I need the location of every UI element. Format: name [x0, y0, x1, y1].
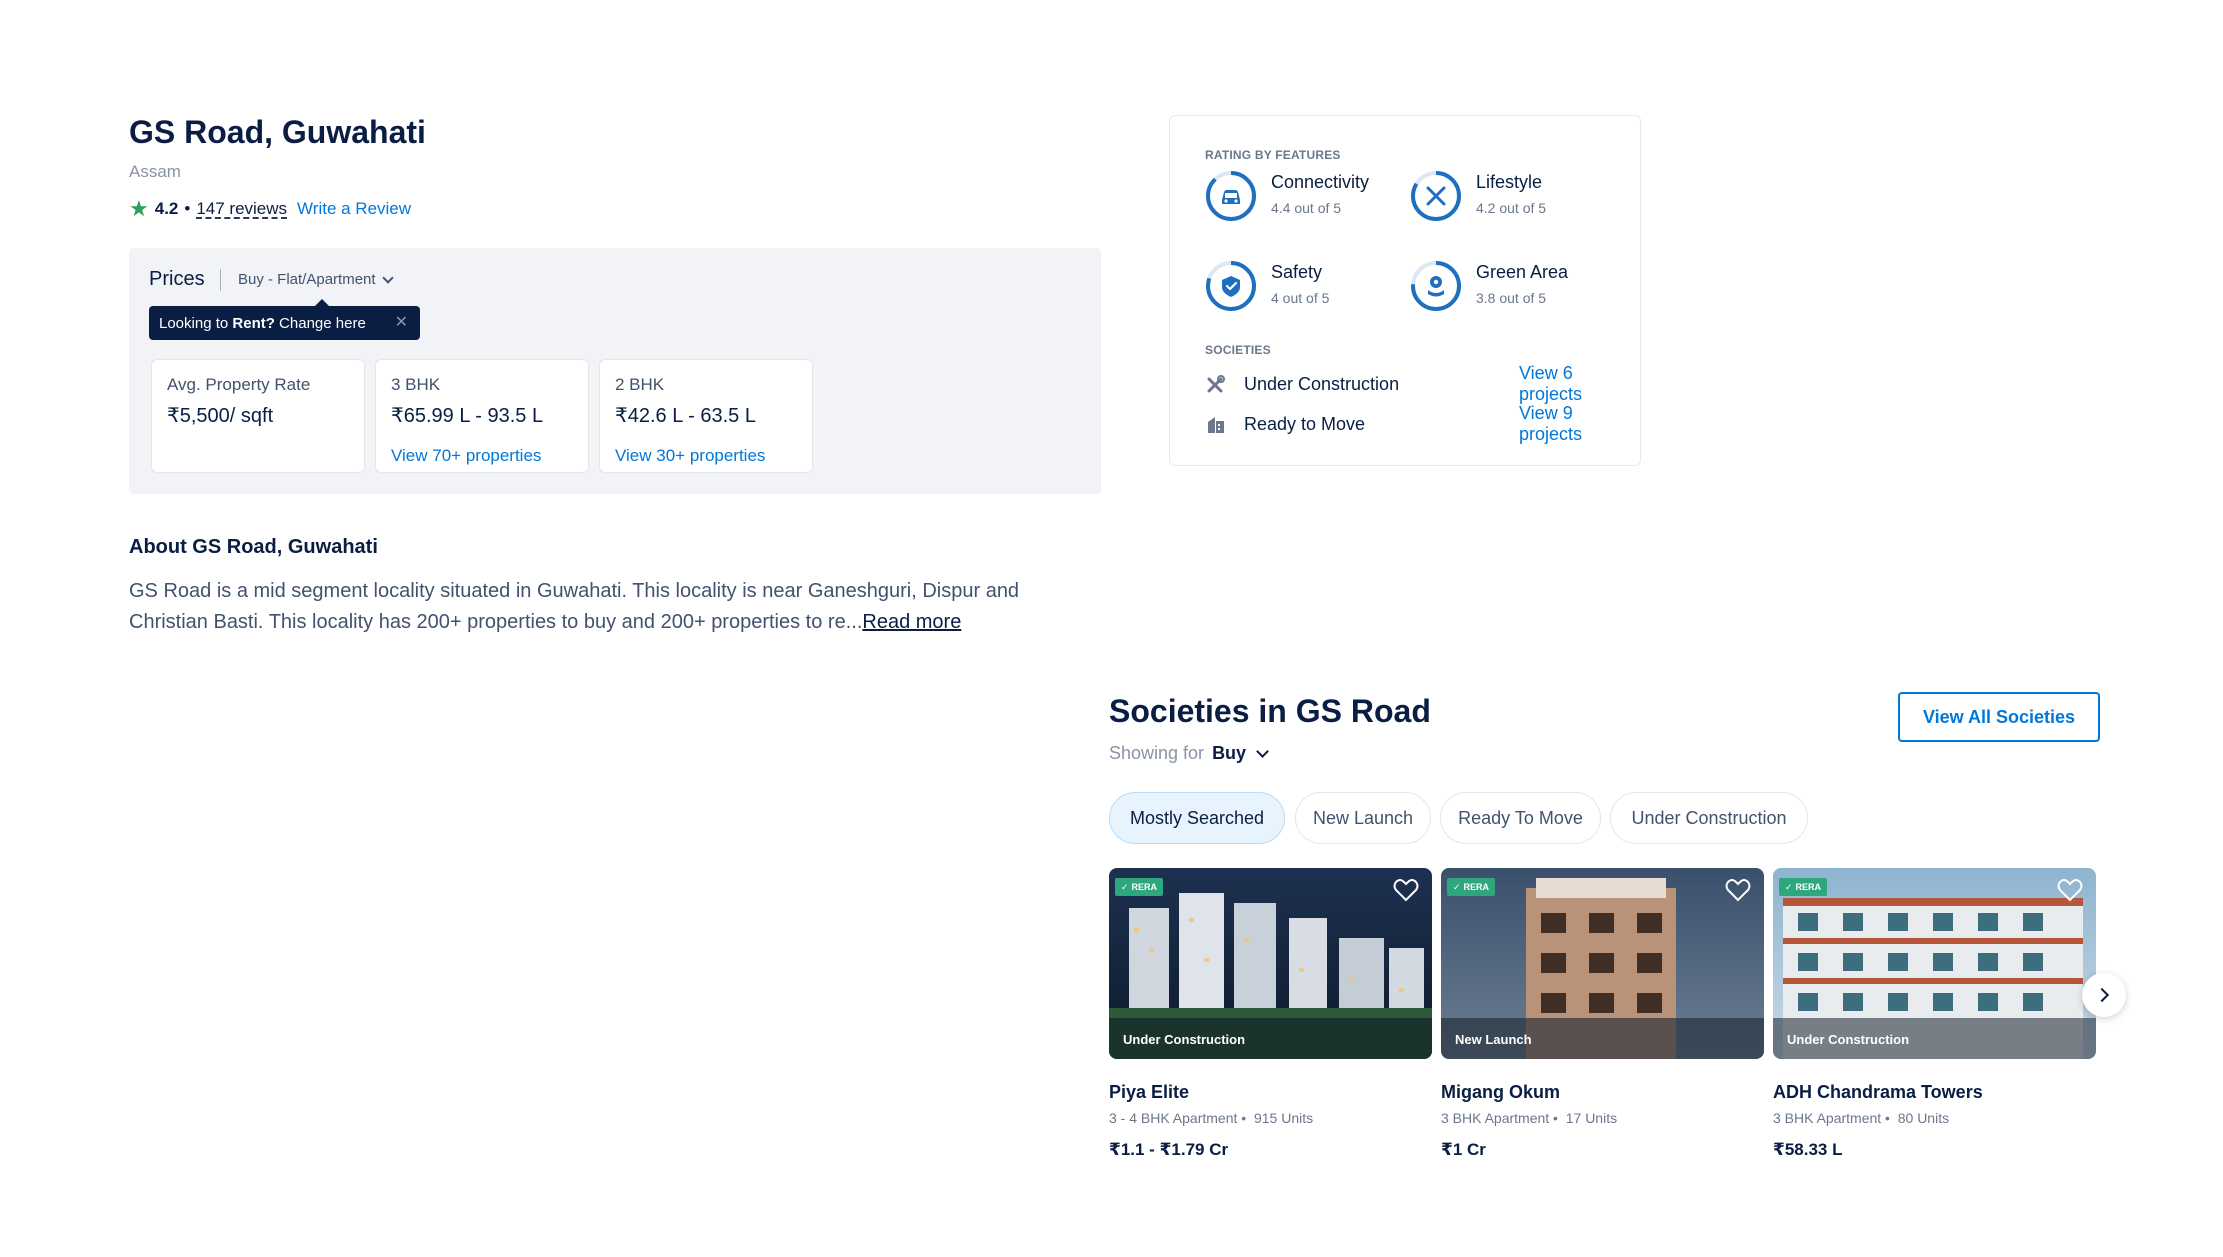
page-title: GS Road, Guwahati	[129, 114, 426, 150]
prices-filter-value: Buy - Flat/Apartment	[238, 271, 376, 288]
feature-green-area: Green Area 3.8 out of 5	[1410, 260, 1568, 312]
feature-name: Green Area	[1476, 262, 1569, 282]
chevron-down-icon	[1256, 744, 1269, 758]
feature-score: 4.2 out of 5	[1476, 200, 1547, 216]
separator-dot: •	[184, 199, 191, 218]
read-more-link[interactable]: Read more	[862, 611, 961, 633]
societies-title: Societies in GS Road	[1109, 693, 1431, 729]
tooltip-suffix[interactable]: Change here	[275, 315, 366, 332]
heart-icon[interactable]	[1392, 876, 1420, 904]
project-name[interactable]: ADH Chandrama Towers	[1773, 1082, 1983, 1103]
write-review-link[interactable]: Write a Review	[297, 199, 411, 219]
feature-lifestyle: Lifestyle 4.2 out of 5	[1410, 170, 1546, 222]
showing-for-dropdown[interactable]: Showing for Buy	[1109, 743, 1269, 764]
project-name[interactable]: Migang Okum	[1441, 1082, 1560, 1103]
project-image-migang-okum[interactable]: ✓ RERA New Launch	[1441, 868, 1764, 1059]
tab-ready-to-move[interactable]: Ready To Move	[1440, 792, 1601, 844]
prices-filter-dropdown[interactable]: Buy - Flat/Apartment	[238, 271, 394, 288]
tooltip-bold: Rent?	[232, 314, 275, 332]
tab-new-launch[interactable]: New Launch	[1295, 792, 1431, 844]
project-price: ₹1.1 - ₹1.79 Cr	[1109, 1140, 1229, 1159]
view-properties-link[interactable]: View 30+ properties	[615, 446, 797, 466]
rera-badge: ✓ RERA	[1115, 878, 1164, 896]
project-status-tag: Under Construction	[1787, 1032, 1910, 1047]
price-card-label: 3 BHK	[391, 375, 441, 394]
rating-caption: RATING BY FEATURES	[1205, 148, 1341, 162]
society-status-label: Ready to Move	[1244, 413, 1366, 434]
star-icon: ★	[129, 196, 149, 221]
tab-under-construction[interactable]: Under Construction	[1610, 792, 1808, 844]
shield-icon	[1206, 261, 1256, 311]
rating-score: 4.2	[154, 199, 179, 218]
tab-mostly-searched[interactable]: Mostly Searched	[1109, 792, 1285, 844]
showing-for-label: Showing for	[1109, 743, 1205, 763]
project-image-adh-chandrama-towers[interactable]: ✓ RERA Under Construction	[1773, 868, 2096, 1059]
price-card-value: ₹5,500/ sqft	[167, 405, 274, 427]
feature-score: 4 out of 5	[1271, 290, 1330, 306]
price-card-3bhk: 3 BHK ₹65.99 L - 93.5 L View 70+ propert…	[375, 359, 589, 473]
fork-knife-icon	[1411, 171, 1461, 221]
rating-by-features-card: RATING BY FEATURES Connectivity 4.4 out …	[1169, 115, 1641, 466]
price-card-value: ₹65.99 L - 93.5 L	[391, 405, 544, 427]
divider	[220, 269, 221, 291]
price-card-label: 2 BHK	[615, 375, 665, 394]
price-card-label: Avg. Property Rate	[167, 375, 311, 394]
feature-score: 4.4 out of 5	[1271, 200, 1342, 216]
feature-score: 3.8 out of 5	[1476, 290, 1547, 306]
rating-row: ★ 4.2 • 147 reviews Write a Review	[129, 198, 411, 220]
price-card-value: ₹42.6 L - 63.5 L	[615, 405, 756, 427]
project-name[interactable]: Piya Elite	[1109, 1082, 1189, 1103]
feature-name: Connectivity	[1271, 172, 1370, 192]
view-projects-link[interactable]: View 6 projects	[1519, 363, 1625, 405]
chevron-down-icon	[381, 271, 394, 284]
heart-icon[interactable]	[1724, 876, 1752, 904]
heart-icon[interactable]	[2056, 876, 2084, 904]
project-meta: 3 - 4 BHK Apartment • 915 Units	[1109, 1110, 1314, 1126]
society-row-under-construction: Under Construction View 6 projects	[1205, 363, 1625, 404]
rera-badge: ✓ RERA	[1779, 878, 1828, 896]
rent-tooltip: Looking to Rent? Change here ✕	[149, 299, 420, 340]
view-all-societies-button[interactable]: View All Societies	[1898, 692, 2100, 742]
project-meta: 3 BHK Apartment • 17 Units	[1441, 1110, 1618, 1126]
tooltip-prefix: Looking to	[159, 314, 233, 332]
feature-name: Safety	[1271, 262, 1323, 282]
project-status-tag: New Launch	[1455, 1032, 1532, 1047]
price-card-2bhk: 2 BHK ₹42.6 L - 63.5 L View 30+ properti…	[599, 359, 813, 473]
building-icon	[1208, 417, 1224, 433]
society-row-ready-to-move: Ready to Move View 9 projects	[1205, 403, 1625, 444]
about-title: About GS Road, Guwahati	[129, 536, 378, 558]
feature-name: Lifestyle	[1476, 172, 1543, 192]
price-card-avg: Avg. Property Rate ₹5,500/ sqft	[151, 359, 365, 473]
prices-label: Prices	[149, 268, 205, 290]
society-status-label: Under Construction	[1244, 373, 1400, 394]
view-projects-link[interactable]: View 9 projects	[1519, 403, 1625, 445]
project-price: ₹1 Cr	[1441, 1140, 1486, 1159]
project-price: ₹58.33 L	[1773, 1140, 1843, 1159]
chevron-right-icon	[2094, 987, 2110, 1003]
feature-safety: Safety 4 out of 5	[1205, 260, 1329, 312]
feature-connectivity: Connectivity 4.4 out of 5	[1205, 170, 1369, 222]
reviews-link[interactable]: 147 reviews	[196, 199, 287, 219]
flower-icon	[1411, 261, 1461, 311]
carousel-next-button[interactable]	[2082, 973, 2126, 1017]
state-label: Assam	[129, 162, 181, 181]
close-icon[interactable]: ✕	[395, 315, 408, 331]
view-properties-link[interactable]: View 70+ properties	[391, 446, 573, 466]
societies-caption: SOCIETIES	[1205, 343, 1271, 357]
showing-for-value: Buy	[1212, 743, 1247, 763]
tools-icon	[1207, 375, 1225, 393]
project-status-tag: Under Construction	[1123, 1032, 1246, 1047]
project-image-piya-elite[interactable]: ✓ RERA Under Construction	[1109, 868, 1432, 1059]
project-meta: 3 BHK Apartment • 80 Units	[1773, 1110, 1950, 1126]
rera-badge: ✓ RERA	[1447, 878, 1496, 896]
car-icon	[1206, 171, 1256, 221]
about-description: GS Road is a mid segment locality situat…	[129, 576, 1089, 638]
